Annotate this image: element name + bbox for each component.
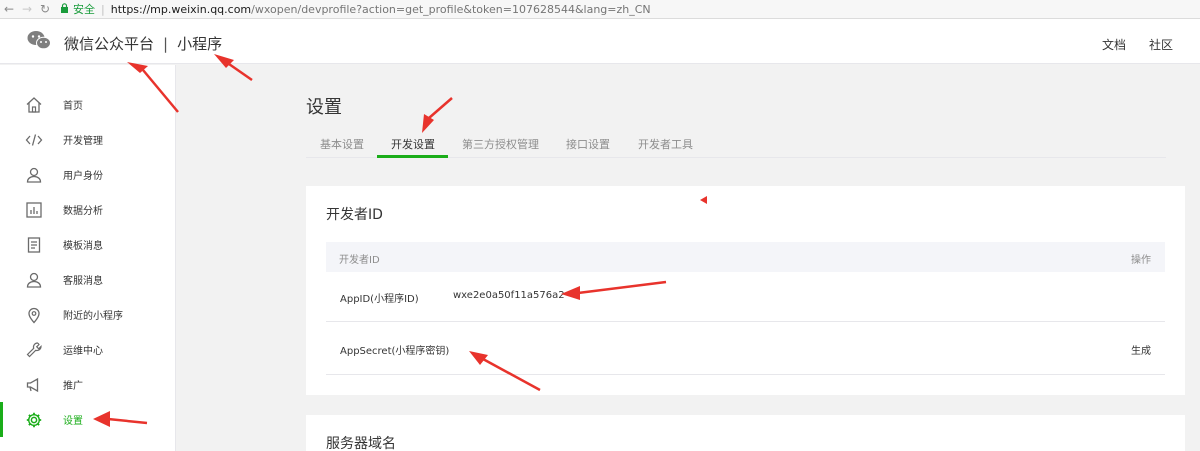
tab-third-party-auth[interactable]: 第三方授权管理	[462, 136, 539, 152]
forward-arrow-icon[interactable]: →	[18, 0, 36, 18]
community-link[interactable]: 社区	[1149, 36, 1173, 53]
sidebar-item-customer-service[interactable]: 客服消息	[0, 262, 175, 297]
chart-icon	[24, 200, 44, 220]
sidebar-item-promotion[interactable]: 推广	[0, 367, 175, 402]
arrow-dev-tab-shaft	[428, 97, 453, 119]
document-icon	[24, 235, 44, 255]
user-icon	[24, 165, 44, 185]
code-icon	[24, 130, 44, 150]
settings-tabs: 基本设置 开发设置 第三方授权管理 接口设置 开发者工具	[306, 128, 1166, 158]
tab-interface-settings[interactable]: 接口设置	[566, 136, 610, 152]
product-name: 小程序	[177, 35, 223, 53]
table-row: AppID(小程序ID) wxe2e0a50f11a576a2	[326, 272, 1165, 322]
tab-basic-settings[interactable]: 基本设置	[320, 136, 364, 152]
sidebar-item-label: 客服消息	[63, 276, 103, 287]
sidebar-item-label: 用户身份	[63, 171, 103, 182]
active-indicator	[0, 402, 3, 437]
top-header: 微信公众平台 | 小程序 文档 社区	[0, 19, 1200, 64]
tab-dev-settings[interactable]: 开发设置	[391, 136, 435, 152]
card-title: 服务器域名	[326, 436, 396, 451]
brand-separator: |	[163, 34, 169, 53]
megaphone-icon	[24, 375, 44, 395]
address-bar[interactable]: 安全 | https://mp.weixin.qq.com/wxopen/dev…	[60, 0, 651, 19]
sidebar-item-label: 附近的小程序	[63, 311, 123, 322]
tab-developer-tools[interactable]: 开发者工具	[638, 136, 693, 152]
lock-icon	[60, 2, 69, 16]
url-host: https://mp.weixin.qq.com	[110, 2, 252, 16]
brand-title[interactable]: 微信公众平台 | 小程序	[64, 33, 222, 54]
server-domain-card: 服务器域名	[306, 415, 1185, 451]
wrench-icon	[24, 340, 44, 360]
card-title: 开发者ID	[326, 207, 383, 223]
docs-link[interactable]: 文档	[1102, 36, 1126, 53]
platform-name: 微信公众平台	[64, 35, 155, 53]
back-arrow-icon[interactable]: ←	[0, 0, 18, 18]
sidebar-item-label: 模板消息	[63, 241, 103, 252]
address-separator: |	[101, 2, 105, 16]
appid-value[interactable]: wxe2e0a50f11a576a2	[453, 290, 565, 301]
wechat-logo-icon[interactable]	[27, 30, 51, 50]
column-header-action: 操作	[1131, 255, 1151, 266]
sidebar-item-label: 开发管理	[63, 136, 103, 147]
sidebar-item-settings[interactable]: 设置	[0, 402, 175, 437]
location-icon	[24, 305, 44, 325]
column-header-name: 开发者ID	[339, 255, 380, 266]
sidebar-item-label: 数据分析	[63, 206, 103, 217]
sidebar-item-label: 设置	[63, 416, 83, 427]
reload-icon[interactable]: ↻	[36, 0, 54, 18]
developer-id-card: 开发者ID 开发者ID 操作 AppID(小程序ID) wxe2e0a50f11…	[306, 186, 1185, 395]
table-header: 开发者ID 操作	[326, 242, 1165, 272]
sidebar-item-operations-center[interactable]: 运维中心	[0, 332, 175, 367]
sidebar-item-label: 运维中心	[63, 346, 103, 357]
table-row: AppSecret(小程序密钥) 生成	[326, 322, 1165, 375]
customer-service-icon	[24, 270, 44, 290]
sidebar-item-dev-management[interactable]: 开发管理	[0, 122, 175, 157]
generate-secret-button[interactable]: 生成	[1131, 342, 1151, 357]
arrow-product-name-shaft	[228, 62, 253, 82]
browser-toolbar: ← → ↻ 安全 | https://mp.weixin.qq.com/wxop…	[0, 0, 1200, 19]
secure-label: 安全	[73, 3, 95, 16]
sidebar: 首页 开发管理 用户身份 数据分析 模板消息 客服消息 附近的小程序 运维中心 …	[0, 65, 176, 451]
sidebar-item-label: 推广	[63, 381, 83, 392]
sidebar-item-nearby-mini-programs[interactable]: 附近的小程序	[0, 297, 175, 332]
gear-icon	[24, 410, 44, 430]
active-tab-underline	[377, 155, 448, 158]
sidebar-item-data-analysis[interactable]: 数据分析	[0, 192, 175, 227]
url-path: /wxopen/devprofile?action=get_profile&to…	[251, 2, 651, 16]
sidebar-item-home[interactable]: 首页	[0, 87, 175, 122]
sidebar-item-label: 首页	[63, 101, 83, 112]
appid-label: AppID(小程序ID)	[340, 294, 419, 305]
page-title: 设置	[306, 97, 342, 118]
home-icon	[24, 95, 44, 115]
sidebar-item-template-messages[interactable]: 模板消息	[0, 227, 175, 262]
appsecret-label: AppSecret(小程序密钥)	[340, 346, 450, 357]
sidebar-item-user-identity[interactable]: 用户身份	[0, 157, 175, 192]
